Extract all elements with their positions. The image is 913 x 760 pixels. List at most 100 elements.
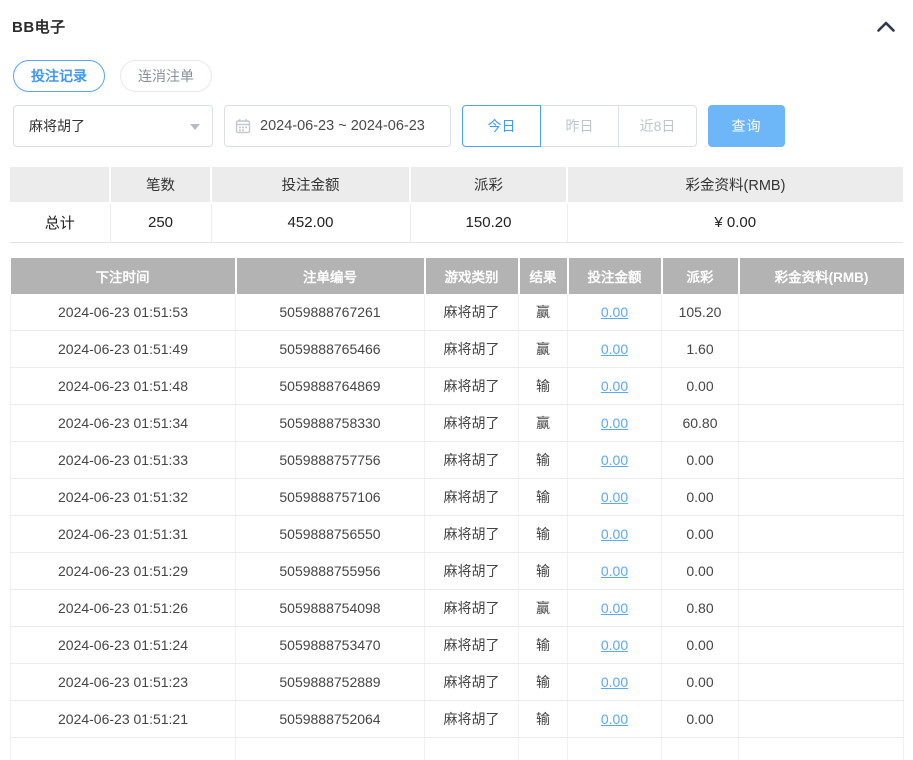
payout-cell: 0.00 [661, 367, 739, 405]
bonus-cell [738, 589, 904, 627]
table-row: 2024-06-23 01:51:34 5059888758330 麻将胡了 赢… [10, 404, 904, 442]
bet-id-cell: 5059888755956 [235, 552, 425, 590]
bet-amount-link[interactable]: 0.00 [601, 415, 628, 431]
bet-amount-link[interactable]: 0.00 [601, 378, 628, 394]
chevron-up-icon [877, 21, 895, 32]
tab-bar: 投注记录 连消注单 [13, 60, 913, 92]
bet-id-cell: 5059888758330 [235, 404, 425, 442]
result-cell: 输 [518, 441, 568, 479]
summary-table: 笔数 投注金额 派彩 彩金资料(RMB) 总计 250 452.00 150.2… [10, 167, 903, 243]
bet-id-cell: 5059888765466 [235, 330, 425, 368]
payout-cell [661, 737, 739, 760]
bonus-cell [738, 737, 904, 760]
game-select[interactable]: 麻将胡了 [13, 105, 213, 147]
bet-time-cell: 2024-06-23 01:51:26 [10, 589, 236, 627]
bonus-cell [738, 293, 904, 331]
result-cell: 赢 [518, 330, 568, 368]
result-cell: 输 [518, 552, 568, 590]
game-type-cell: 麻将胡了 [424, 626, 519, 664]
bet-amount-link[interactable]: 0.00 [601, 452, 628, 468]
bet-amount-link[interactable]: 0.00 [601, 489, 628, 505]
payout-cell: 0.00 [661, 552, 739, 590]
bet-time-cell: 2024-06-23 01:51:48 [10, 367, 236, 405]
table-row [10, 737, 904, 760]
bonus-cell [738, 404, 904, 442]
bet-amount-link[interactable]: 0.00 [601, 304, 628, 320]
game-type-cell: 麻将胡了 [424, 663, 519, 701]
bet-time-cell: 2024-06-23 01:51:29 [10, 552, 236, 590]
tab-bet-records[interactable]: 投注记录 [13, 60, 105, 92]
bet-amount-link[interactable]: 0.00 [601, 563, 628, 579]
bet-amount-link[interactable]: 0.00 [601, 341, 628, 357]
payout-cell: 0.00 [661, 515, 739, 553]
summary-header-count: 笔数 [110, 167, 212, 204]
payout-cell: 0.00 [661, 626, 739, 664]
result-cell: 输 [518, 367, 568, 405]
payout-cell: 0.80 [661, 589, 739, 627]
range-today-button[interactable]: 今日 [462, 105, 541, 147]
bet-time-cell [10, 737, 236, 760]
game-type-cell: 麻将胡了 [424, 515, 519, 553]
game-select-value: 麻将胡了 [29, 118, 85, 134]
records-table: 下注时间 注单编号 游戏类别 结果 投注金额 派彩 彩金资料(RMB) 2024… [10, 257, 904, 760]
date-range-value: 2024-06-23 ~ 2024-06-23 [260, 118, 425, 134]
table-row: 2024-06-23 01:51:48 5059888764869 麻将胡了 输… [10, 367, 904, 405]
bet-amount-cell: 0.00 [567, 441, 662, 479]
page-title: BB电子 [12, 18, 66, 36]
payout-cell: 0.00 [661, 700, 739, 738]
result-cell [518, 737, 568, 760]
payout-cell: 60.80 [661, 404, 739, 442]
bet-amount-link[interactable]: 0.00 [601, 637, 628, 653]
table-row: 2024-06-23 01:51:29 5059888755956 麻将胡了 输… [10, 552, 904, 590]
table-row: 2024-06-23 01:51:32 5059888757106 麻将胡了 输… [10, 478, 904, 516]
summary-total-bet-amount: 452.00 [211, 203, 411, 243]
records-header-game-type: 游戏类别 [424, 257, 520, 294]
bet-amount-link[interactable]: 0.00 [601, 711, 628, 727]
game-type-cell: 麻将胡了 [424, 478, 519, 516]
chevron-down-icon [190, 123, 200, 135]
game-type-cell: 麻将胡了 [424, 441, 519, 479]
range-last8days-button[interactable]: 近8日 [618, 105, 697, 147]
bonus-cell [738, 515, 904, 553]
result-cell: 赢 [518, 589, 568, 627]
quick-range-group: 今日 昨日 近8日 [462, 105, 697, 147]
bet-amount-link[interactable]: 0.00 [601, 674, 628, 690]
bet-amount-cell: 0.00 [567, 663, 662, 701]
bet-id-cell: 5059888752064 [235, 700, 425, 738]
result-cell: 输 [518, 626, 568, 664]
bonus-cell [738, 478, 904, 516]
summary-total-row: 总计 250 452.00 150.20 ¥ 0.00 [10, 203, 903, 243]
bet-amount-cell: 0.00 [567, 552, 662, 590]
bet-amount-link[interactable]: 0.00 [601, 600, 628, 616]
bet-id-cell: 5059888767261 [235, 293, 425, 331]
bet-amount-cell [567, 737, 662, 760]
records-tbody: 2024-06-23 01:51:53 5059888767261 麻将胡了 赢… [10, 293, 904, 760]
game-type-cell: 麻将胡了 [424, 589, 519, 627]
range-yesterday-button[interactable]: 昨日 [540, 105, 619, 147]
payout-cell: 0.00 [661, 663, 739, 701]
bet-id-cell: 5059888757756 [235, 441, 425, 479]
summary-total-payout: 150.20 [410, 203, 568, 243]
result-cell: 输 [518, 515, 568, 553]
table-row: 2024-06-23 01:51:24 5059888753470 麻将胡了 输… [10, 626, 904, 664]
records-header-bonus: 彩金资料(RMB) [738, 257, 904, 294]
bet-time-cell: 2024-06-23 01:51:23 [10, 663, 236, 701]
game-type-cell: 麻将胡了 [424, 330, 519, 368]
bet-amount-link[interactable]: 0.00 [601, 526, 628, 542]
bet-id-cell: 5059888753470 [235, 626, 425, 664]
result-cell: 赢 [518, 293, 568, 331]
tab-cancelled-orders[interactable]: 连消注单 [120, 60, 212, 92]
bonus-cell [738, 552, 904, 590]
summary-header-payout: 派彩 [410, 167, 568, 204]
search-button[interactable]: 查询 [708, 105, 785, 147]
records-header-bet-time: 下注时间 [10, 257, 237, 294]
game-type-cell: 麻将胡了 [424, 552, 519, 590]
payout-cell: 0.00 [661, 478, 739, 516]
collapse-button[interactable] [875, 15, 897, 37]
date-range-picker[interactable]: 2024-06-23 ~ 2024-06-23 [224, 105, 451, 147]
bet-time-cell: 2024-06-23 01:51:34 [10, 404, 236, 442]
panel-header: BB电子 [0, 0, 913, 38]
bet-amount-cell: 0.00 [567, 589, 662, 627]
calendar-icon [235, 119, 251, 134]
bet-id-cell [235, 737, 425, 760]
